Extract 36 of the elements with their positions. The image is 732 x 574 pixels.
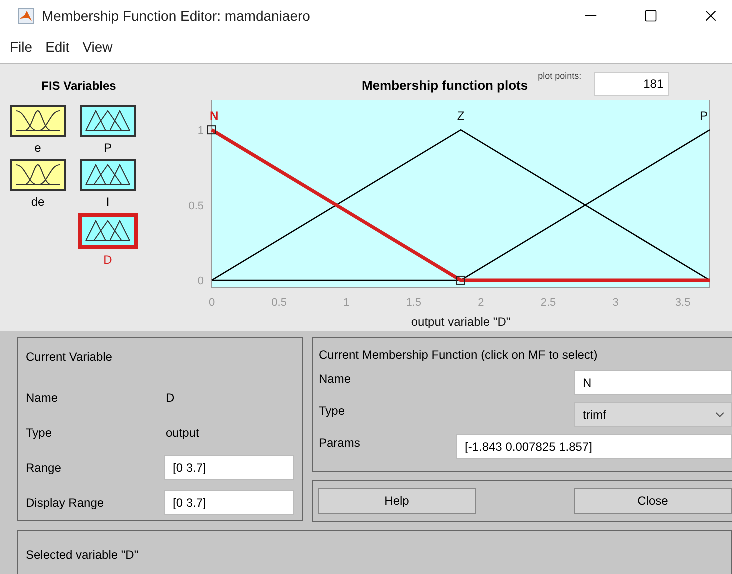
x-tick-label: 3 (612, 296, 619, 309)
x-tick-label: 3.5 (675, 296, 691, 309)
x-tick-label: 1 (344, 296, 350, 309)
variable-label: e (34, 140, 42, 157)
field-value: output (166, 424, 200, 442)
x-tick-label: 1.5 (406, 296, 422, 309)
variable-label: P (104, 140, 112, 157)
field-label: Params (319, 435, 362, 452)
field-label: Type (319, 403, 346, 420)
variable-label: de (31, 194, 45, 211)
field-label: Name (26, 390, 60, 406)
x-axis-label: output variable "D" (411, 314, 511, 329)
plot-title: Membership function plots (362, 77, 528, 96)
curve-label: N (210, 108, 219, 123)
field-label: Display Range (26, 494, 106, 512)
x-tick-label: 2.5 (540, 296, 556, 309)
panel-title: Current Membership Function (click on MF to select) (319, 347, 599, 364)
y-tick-label: 0 (198, 275, 204, 288)
status-text: Selected variable "D" (26, 548, 139, 562)
field-label: Range (26, 460, 62, 476)
x-tick-label: 2 (478, 296, 484, 309)
window-title: Membership Function Editor: mamdaniaero (42, 6, 310, 26)
variable-label: I (106, 194, 110, 211)
x-tick-label: 0.5 (272, 296, 287, 309)
y-tick-label: 1 (198, 124, 204, 137)
variable-label: D (104, 252, 112, 269)
field-label: Type (26, 424, 54, 442)
x-tick-label: 0 (208, 296, 216, 309)
curve-label: P (700, 108, 708, 123)
field-value: D (166, 390, 175, 406)
curve-label: Z (457, 108, 465, 123)
panel-title: Current Variable (26, 349, 114, 366)
field-label: Name (319, 371, 352, 388)
y-tick-label: 0.5 (188, 200, 204, 212)
plot-points-label: plot points: (538, 70, 582, 83)
section-title: FIS Variables (42, 78, 116, 95)
